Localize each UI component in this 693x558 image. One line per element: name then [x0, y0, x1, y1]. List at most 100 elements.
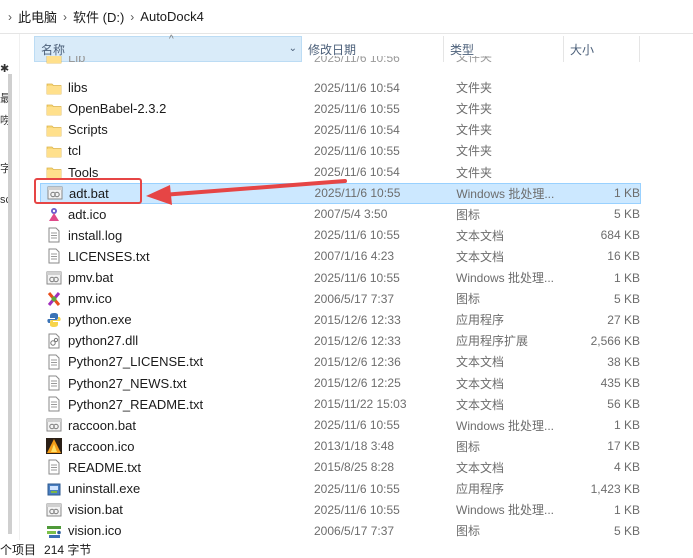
file-type: 文本文档: [456, 460, 505, 475]
file-row[interactable]: Python27_LICENSE.txt 2015/12/6 12:36 文本文档 3…: [40, 351, 641, 372]
file-name-cell[interactable]: python.exe: [40, 312, 308, 328]
file-name-cell[interactable]: libs: [40, 80, 308, 96]
file-row[interactable]: install.log 2025/11/6 10:55 文本文档 684 KB: [40, 225, 641, 246]
file-name[interactable]: Scripts: [68, 122, 108, 137]
file-name-cell[interactable]: raccoon.bat: [40, 417, 308, 433]
file-name-cell[interactable]: Python27_NEWS.txt: [40, 375, 308, 391]
file-name-cell[interactable]: README.txt: [40, 459, 308, 475]
file-name-cell[interactable]: OpenBabel-2.3.2: [40, 101, 308, 117]
file-date: 2015/12/6 12:25: [314, 376, 401, 390]
status-selection-size: 214 字节: [44, 542, 92, 557]
file-name-cell[interactable]: Lib: [40, 56, 308, 65]
file-type: 文本文档: [456, 249, 505, 264]
file-row[interactable]: libs 2025/11/6 10:54 文件夹: [40, 77, 641, 98]
file-row[interactable]: README.txt 2015/8/25 8:28 文本文档 4 KB: [40, 457, 641, 478]
file-name-cell[interactable]: tcl: [40, 143, 308, 159]
file-date: 2025/11/6 10:55: [314, 418, 400, 433]
file-type: 文本文档: [456, 376, 505, 391]
file-row[interactable]: Scripts 2025/11/6 10:54 文件夹: [40, 119, 641, 140]
file-name[interactable]: uninstall.exe: [68, 481, 140, 496]
file-name-cell[interactable]: pmv.ico: [40, 291, 308, 307]
file-type: 文件夹: [456, 102, 493, 117]
breadcrumb-drive[interactable]: 软件 (D:): [73, 7, 124, 26]
file-date: 2025/11/6 10:55: [314, 228, 400, 243]
file-name-cell[interactable]: python27.dll: [40, 333, 308, 349]
file-date: 2015/12/6 12:33: [314, 333, 401, 348]
file-name-cell[interactable]: raccoon.ico: [40, 438, 308, 455]
breadcrumb-autodock4[interactable]: AutoDock4: [140, 9, 204, 24]
file-date: 2015/8/25 8:28: [314, 460, 395, 475]
folder-icon: [46, 101, 62, 117]
file-type: 图标: [456, 439, 481, 454]
file-name[interactable]: python27.dll: [68, 333, 138, 348]
adt-ico-icon: [46, 206, 62, 222]
file-name-cell[interactable]: Scripts: [40, 122, 308, 138]
file-name[interactable]: Python27_LICENSE.txt: [68, 354, 203, 369]
file-row[interactable]: adt.ico 2007/5/4 3:50 图标 5 KB: [40, 204, 641, 225]
file-row[interactable]: python.exe 2015/12/6 12:33 应用程序 27 KB: [40, 309, 641, 330]
file-name-cell[interactable]: Python27_README.txt: [40, 396, 308, 412]
file-name-cell[interactable]: install.log: [40, 227, 308, 243]
file-row[interactable]: vision.bat 2025/11/6 10:55 Windows 批处理... 1…: [40, 499, 641, 520]
batch-file-icon: [46, 270, 62, 286]
dll-file-icon: [46, 333, 62, 349]
breadcrumb-this-pc[interactable]: 此电脑: [18, 7, 57, 26]
chevron-down-icon[interactable]: ⌄: [289, 43, 297, 54]
file-name[interactable]: OpenBabel-2.3.2: [68, 101, 166, 116]
file-row[interactable]: vision.ico 2006/5/17 7:37 图标 5 KB: [40, 520, 641, 540]
pmv-ico-icon: [46, 291, 62, 307]
annotation-highlight-box: [34, 178, 142, 204]
file-row[interactable]: tcl 2025/11/6 10:55 文件夹: [40, 140, 641, 161]
file-name-cell[interactable]: vision.ico: [40, 523, 308, 539]
file-row[interactable]: uninstall.exe 2025/11/6 10:55 应用程序 1,423 KB: [40, 478, 641, 499]
address-bar[interactable]: › 此电脑 › 软件 (D:) › AutoDock4: [0, 0, 693, 34]
file-name[interactable]: vision.bat: [68, 502, 123, 517]
vision-ico-icon: [46, 523, 62, 539]
file-name[interactable]: python.exe: [68, 312, 132, 327]
file-row[interactable]: pmv.bat 2025/11/6 10:55 Windows 批处理... 1 KB: [40, 267, 641, 288]
file-name[interactable]: pmv.ico: [68, 291, 112, 306]
file-name-cell[interactable]: vision.bat: [40, 502, 308, 518]
file-name[interactable]: install.log: [68, 228, 122, 243]
file-name[interactable]: Python27_README.txt: [68, 397, 203, 412]
file-date: 2006/5/17 7:37: [314, 291, 395, 306]
file-date: 2025/11/6 10:55: [314, 270, 400, 285]
file-type: 文件夹: [456, 123, 493, 138]
file-size: 1 KB: [613, 502, 640, 517]
nav-scrollbar[interactable]: [8, 74, 12, 534]
file-name[interactable]: README.txt: [68, 460, 141, 475]
file-row[interactable]: raccoon.bat 2025/11/6 10:55 Windows 批处理...…: [40, 415, 641, 436]
file-name-cell[interactable]: uninstall.exe: [40, 481, 308, 497]
file-name-cell[interactable]: LICENSES.txt: [40, 248, 308, 264]
file-row[interactable]: raccoon.ico 2013/1/18 3:48 图标 17 KB: [40, 436, 641, 457]
file-row[interactable]: python27.dll 2015/12/6 12:33 应用程序扩展 2,566 K…: [40, 330, 641, 351]
breadcrumb-separator: ›: [8, 9, 12, 24]
file-size: 1 KB: [613, 270, 640, 285]
file-row[interactable]: LICENSES.txt 2007/1/16 4:23 文本文档 16 KB: [40, 246, 641, 267]
file-type: 文本文档: [456, 355, 505, 370]
file-name-cell[interactable]: adt.ico: [40, 206, 308, 222]
file-name[interactable]: libs: [68, 80, 88, 95]
raccoon-ico-icon: [46, 438, 62, 455]
file-name[interactable]: raccoon.bat: [68, 418, 136, 433]
file-name[interactable]: LICENSES.txt: [68, 249, 150, 264]
file-name[interactable]: Lib: [68, 56, 85, 65]
file-date: 2007/5/4 3:50: [314, 207, 388, 222]
file-row[interactable]: Lib 2025/11/6 10:56 文件夹: [40, 56, 641, 65]
file-row[interactable]: Python27_NEWS.txt 2015/12/6 12:25 文本文档 435 …: [40, 373, 641, 394]
file-row[interactable]: OpenBabel-2.3.2 2025/11/6 10:55 文件夹: [40, 98, 641, 119]
text-file-icon: [46, 354, 62, 370]
text-file-icon: [46, 396, 62, 412]
file-name[interactable]: Python27_NEWS.txt: [68, 376, 187, 391]
file-name-cell[interactable]: pmv.bat: [40, 270, 308, 286]
file-name-cell[interactable]: Python27_LICENSE.txt: [40, 354, 308, 370]
file-name[interactable]: vision.ico: [68, 523, 121, 538]
file-type: 文件夹: [456, 81, 493, 96]
file-name[interactable]: adt.ico: [68, 207, 106, 222]
file-row[interactable]: pmv.ico 2006/5/17 7:37 图标 5 KB: [40, 288, 641, 309]
file-row[interactable]: Python27_README.txt 2015/11/22 15:03 文本文档 5…: [40, 394, 641, 415]
navigation-pane[interactable]: ✱ 最 唠 字 sc: [0, 34, 20, 540]
file-name[interactable]: tcl: [68, 143, 81, 158]
file-name[interactable]: pmv.bat: [68, 270, 113, 285]
file-name[interactable]: raccoon.ico: [68, 439, 134, 454]
